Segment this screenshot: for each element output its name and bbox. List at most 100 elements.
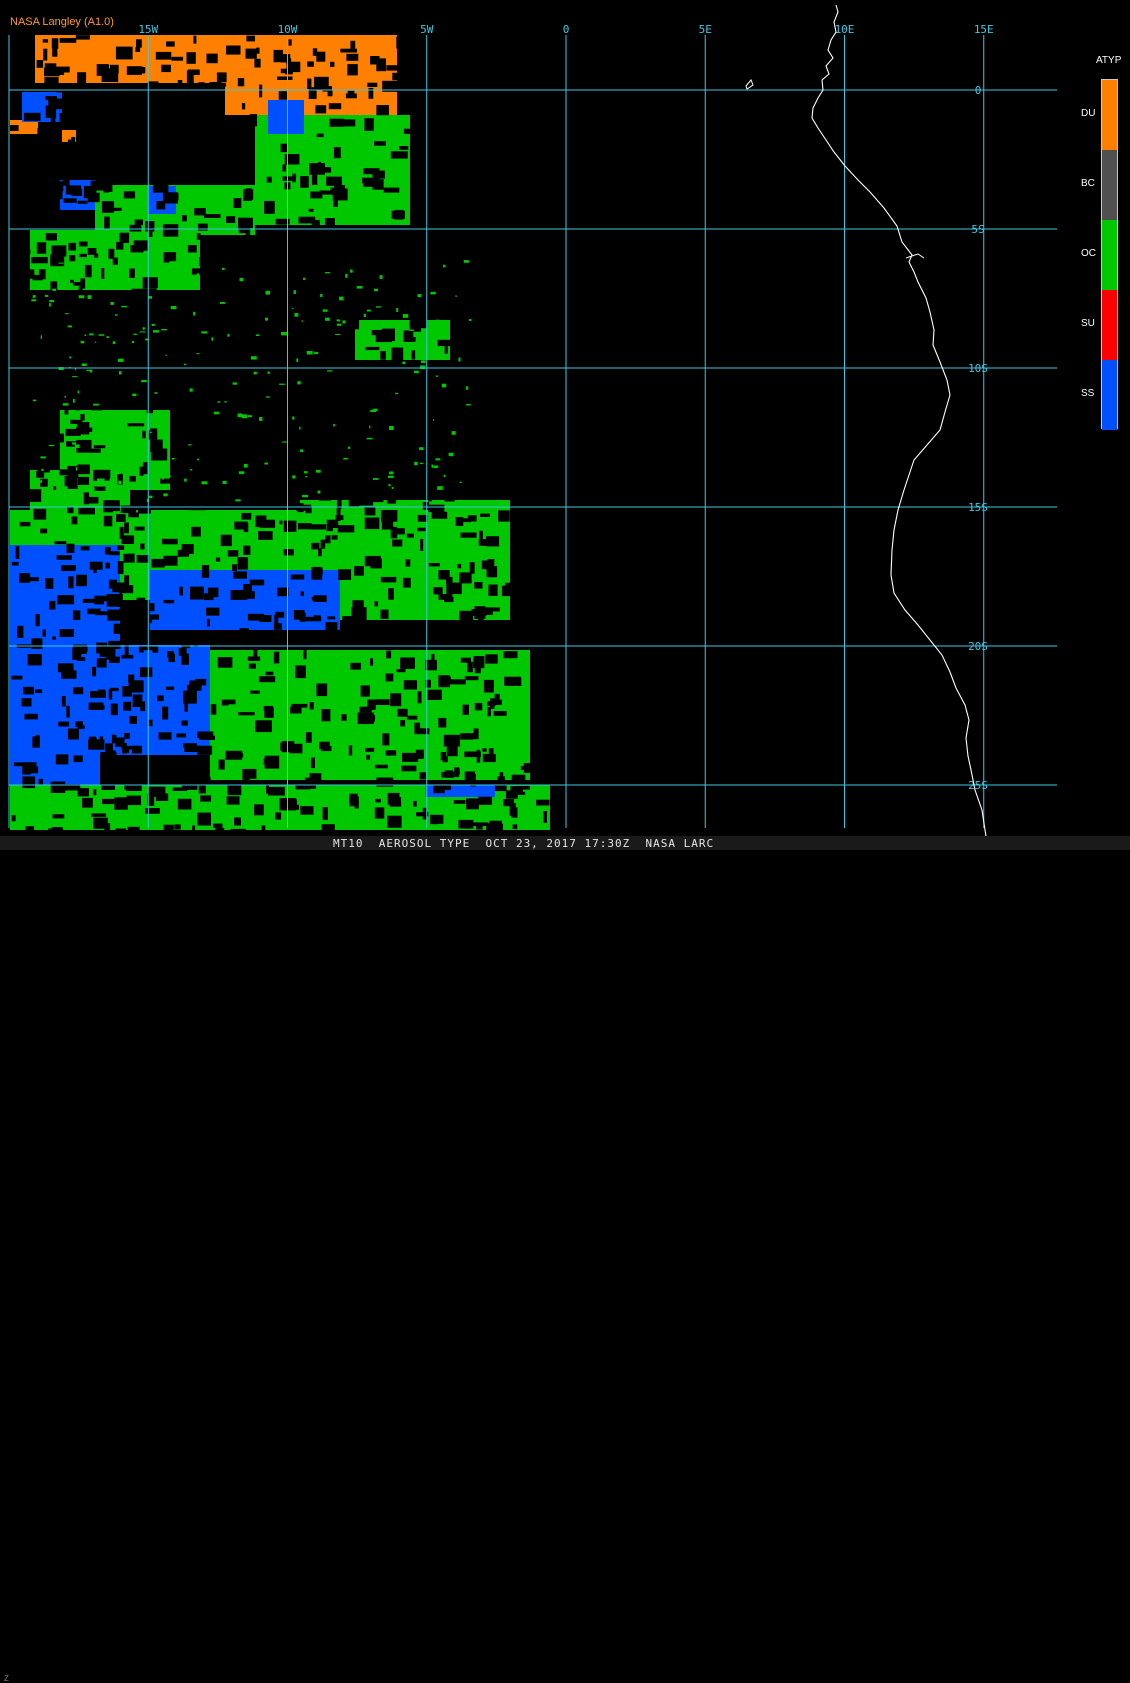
speckle bbox=[132, 694, 143, 707]
speckle bbox=[197, 351, 215, 357]
speckle bbox=[406, 57, 411, 69]
footer-bar: Z MT10 AEROSOL TYPE OCT 23, 2017 17:30Z … bbox=[0, 836, 1130, 1683]
speckle bbox=[228, 373, 242, 384]
speckle bbox=[278, 91, 288, 100]
oc-fleck bbox=[241, 414, 247, 419]
speckle bbox=[289, 479, 307, 492]
speckle bbox=[385, 673, 394, 682]
speckle bbox=[347, 627, 361, 640]
speckle bbox=[321, 709, 331, 722]
speckle bbox=[142, 288, 157, 292]
speckle bbox=[403, 330, 414, 342]
speckle bbox=[546, 684, 552, 689]
speckle bbox=[53, 66, 70, 73]
speckle bbox=[132, 627, 144, 637]
speckle bbox=[166, 292, 183, 296]
speckle bbox=[336, 480, 348, 486]
speckle bbox=[206, 618, 210, 627]
speckle bbox=[386, 650, 392, 659]
speckle bbox=[318, 496, 332, 501]
oc-fleck bbox=[265, 290, 270, 295]
speckle bbox=[207, 587, 219, 598]
speckle bbox=[464, 444, 469, 452]
speckle bbox=[187, 417, 201, 428]
speckle bbox=[346, 234, 352, 237]
speckle bbox=[226, 216, 236, 223]
oc-fleck bbox=[237, 413, 242, 418]
speckle bbox=[284, 154, 300, 165]
oc-fleck bbox=[163, 444, 167, 448]
speckle bbox=[332, 385, 349, 392]
legend-label-du: DU bbox=[1081, 108, 1096, 119]
speckle bbox=[198, 93, 213, 97]
speckle bbox=[21, 156, 36, 166]
speckle bbox=[474, 582, 483, 589]
speckle bbox=[363, 168, 380, 175]
oc-fleck bbox=[131, 340, 135, 344]
oc-fleck bbox=[196, 353, 200, 355]
speckle bbox=[226, 796, 240, 805]
speckle bbox=[391, 210, 405, 219]
speckle bbox=[32, 736, 40, 748]
speckle bbox=[185, 478, 198, 487]
speckle bbox=[396, 36, 407, 49]
speckle bbox=[124, 733, 130, 739]
speckle bbox=[43, 48, 48, 61]
oc-fleck bbox=[80, 340, 85, 344]
speckle bbox=[396, 451, 407, 463]
oc-fleck bbox=[325, 317, 330, 321]
speckle bbox=[234, 817, 241, 826]
oc-fleck bbox=[196, 273, 199, 275]
speckle bbox=[152, 115, 159, 129]
speckle bbox=[392, 72, 397, 81]
speckle bbox=[107, 326, 119, 338]
speckle bbox=[299, 415, 314, 426]
speckle bbox=[411, 350, 416, 360]
speckle bbox=[372, 173, 380, 181]
oc-fleck bbox=[52, 288, 56, 291]
speckle bbox=[400, 720, 406, 727]
oc-fleck bbox=[297, 381, 301, 385]
speckle bbox=[364, 118, 374, 131]
legend-title: ATYP bbox=[1096, 55, 1122, 66]
speckle bbox=[113, 623, 128, 634]
oc-fleck bbox=[387, 475, 394, 478]
speckle bbox=[239, 628, 249, 633]
speckle bbox=[299, 612, 306, 622]
speckle bbox=[308, 208, 314, 212]
speckle bbox=[10, 125, 19, 131]
speckle bbox=[329, 340, 341, 350]
speckle bbox=[325, 622, 338, 631]
oc-fleck bbox=[164, 272, 170, 275]
speckle bbox=[181, 544, 194, 554]
speckle bbox=[444, 403, 451, 412]
speckle bbox=[460, 532, 477, 538]
speckle bbox=[158, 86, 166, 92]
speckle bbox=[446, 582, 462, 595]
speckle bbox=[22, 766, 32, 775]
speckle bbox=[318, 548, 322, 557]
speckle bbox=[478, 796, 493, 805]
speckle bbox=[317, 416, 325, 421]
speckle bbox=[12, 170, 20, 176]
oc-fleck bbox=[366, 309, 371, 312]
speckle bbox=[377, 477, 389, 485]
speckle bbox=[273, 651, 280, 664]
oc-fleck bbox=[110, 302, 114, 305]
speckle bbox=[148, 786, 166, 797]
speckle bbox=[50, 254, 65, 267]
speckle bbox=[304, 325, 316, 332]
oc-fleck bbox=[304, 476, 308, 478]
oc-fleck bbox=[255, 334, 260, 336]
speckle bbox=[366, 755, 371, 760]
speckle bbox=[347, 90, 355, 96]
speckle bbox=[35, 367, 41, 381]
speckle bbox=[291, 253, 295, 262]
speckle bbox=[425, 679, 431, 688]
speckle bbox=[44, 77, 59, 85]
speckle bbox=[428, 504, 445, 513]
speckle bbox=[12, 107, 20, 120]
speckle bbox=[50, 219, 60, 223]
speckle bbox=[187, 245, 197, 253]
speckle bbox=[61, 330, 73, 340]
